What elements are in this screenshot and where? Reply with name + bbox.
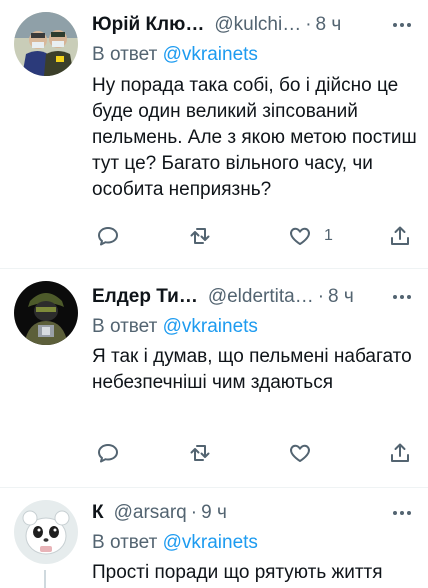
reply-button[interactable] [96,438,120,468]
like-icon [290,227,310,245]
tweet[interactable]: К @arsarq · 9 ч В ответ @vkrainets Прост… [0,488,428,588]
timestamp[interactable]: 8 ч [316,14,342,36]
reply-button[interactable] [96,221,120,251]
thread-line [44,570,46,588]
more-icon[interactable] [388,14,416,36]
retweet-button[interactable] [188,438,212,468]
reply-prefix: В ответ [92,44,158,65]
share-icon [391,226,409,245]
author-handle[interactable]: @arsarq [114,502,187,524]
reply-prefix: В ответ [92,532,158,553]
retweet-icon [190,445,210,461]
separator-dot: · [305,14,312,35]
reply-to-link[interactable]: @vkrainets [163,316,258,337]
reply-context: В ответ @vkrainets [92,532,258,554]
avatar[interactable] [14,12,78,76]
reply-context: В ответ @vkrainets [92,316,258,338]
tweet-text: Я так і думав, що пельмені набагато небе… [92,346,412,393]
reply-icon [98,227,118,246]
author-name[interactable]: К [92,502,104,524]
author-name[interactable]: Юрій Клю… [92,14,204,36]
avatar[interactable] [14,281,78,345]
author-handle[interactable]: @eldertita… [208,286,314,308]
reply-to-link[interactable]: @vkrainets [163,532,258,553]
avatar[interactable] [14,500,78,564]
more-icon[interactable] [388,502,416,524]
retweet-icon [190,228,210,244]
share-button[interactable] [388,438,412,468]
timestamp[interactable]: 9 ч [201,502,227,524]
separator-dot: · [317,286,325,307]
share-button[interactable] [388,221,412,251]
tweet-header: Елдер Ти… @eldertita… · 8 ч [92,284,418,310]
like-button[interactable]: 1 [288,221,333,251]
tweet-actions: 1 [92,221,422,251]
tweet[interactable]: Юрій Клю… @kulchi… · 8 ч В ответ @vkrain… [0,0,428,268]
reply-context: В ответ @vkrainets [92,44,258,66]
tweet-text: Прості поради що рятують життя [92,562,383,583]
tweet[interactable]: Елдер Ти… @eldertita… · 8 ч В ответ @vkr… [0,269,428,487]
separator-dot: · [190,502,198,523]
author-name[interactable]: Елдер Ти… [92,286,198,308]
tweet-actions [92,438,422,468]
like-button[interactable] [288,438,324,468]
tweet-header: К @arsarq · 9 ч [92,500,418,526]
tweet-header: Юрій Клю… @kulchi… · 8 ч [92,12,418,38]
share-icon [391,443,409,462]
reply-prefix: В ответ [92,316,158,337]
like-icon [290,444,310,462]
more-icon[interactable] [388,286,416,308]
retweet-button[interactable] [188,221,212,251]
author-handle[interactable]: @kulchi… [214,14,301,36]
tweet-text: Ну порада така собі, бо і дійсно це буде… [92,75,417,200]
reply-to-link[interactable]: @vkrainets [163,44,258,65]
timestamp[interactable]: 8 ч [328,286,354,308]
reply-icon [98,444,118,463]
like-count: 1 [324,227,333,244]
